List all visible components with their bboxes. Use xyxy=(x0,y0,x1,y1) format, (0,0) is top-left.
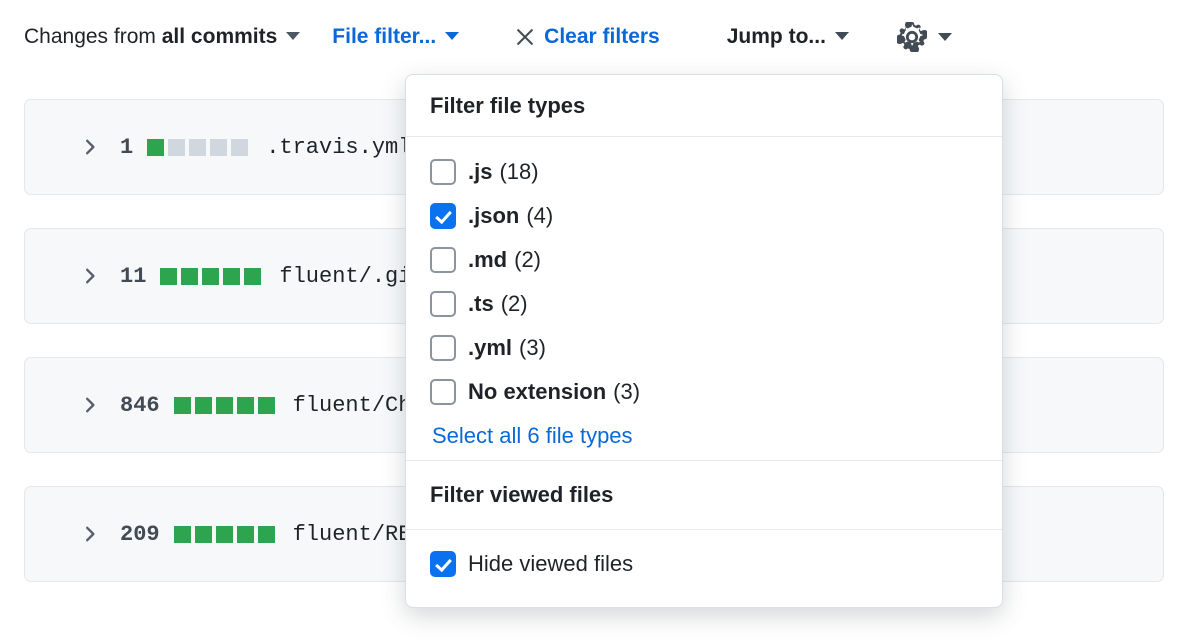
diffstat-block xyxy=(223,268,240,285)
file-type-label: .json xyxy=(468,203,519,229)
select-all-file-types-link[interactable]: Select all 6 file types xyxy=(406,423,1002,449)
file-filter-label: File filter... xyxy=(332,25,436,49)
gear-icon xyxy=(897,22,927,52)
file-change-count: 846 xyxy=(120,393,160,418)
diffstat xyxy=(160,268,261,285)
clear-filters-label: Clear filters xyxy=(544,25,660,49)
diffstat-block xyxy=(181,268,198,285)
diffstat-block xyxy=(216,526,233,543)
hide-viewed-files-label: Hide viewed files xyxy=(468,551,633,577)
diffstat-block xyxy=(168,139,185,156)
chevron-right-icon[interactable] xyxy=(81,138,99,156)
file-type-count: (18) xyxy=(499,159,538,185)
file-type-checkbox[interactable] xyxy=(430,203,456,229)
file-type-checkbox[interactable] xyxy=(430,291,456,317)
diffstat xyxy=(174,397,275,414)
file-type-option-md[interactable]: .md (2) xyxy=(406,238,1002,282)
diffstat-block xyxy=(210,139,227,156)
file-change-count: 1 xyxy=(120,135,133,160)
diffstat-block xyxy=(174,397,191,414)
file-change-count: 11 xyxy=(120,264,146,289)
diffstat-block xyxy=(202,268,219,285)
file-path: .travis.yml xyxy=(266,135,411,160)
filter-viewed-files-header: Filter viewed files xyxy=(406,461,1002,529)
file-path: fluent/Ch xyxy=(293,393,412,418)
file-type-checkbox[interactable] xyxy=(430,379,456,405)
diffstat-block xyxy=(237,526,254,543)
jump-to-label: Jump to... xyxy=(727,25,826,49)
chevron-down-icon xyxy=(286,32,300,40)
hide-viewed-files-option[interactable]: Hide viewed files xyxy=(406,530,1002,597)
changes-from-label: Changes from all commits xyxy=(24,25,277,49)
file-type-count: (4) xyxy=(526,203,553,229)
file-type-count: (3) xyxy=(519,335,546,361)
clear-filters-button[interactable]: Clear filters xyxy=(515,25,660,49)
diffstat-block xyxy=(258,397,275,414)
diffstat-block xyxy=(195,397,212,414)
file-type-count: (3) xyxy=(613,379,640,405)
file-type-label: .md xyxy=(468,247,507,273)
file-type-label: No extension xyxy=(468,379,606,405)
file-type-checkbox[interactable] xyxy=(430,335,456,361)
filter-file-types-header: Filter file types xyxy=(406,75,1002,137)
diffstat-block xyxy=(189,139,206,156)
file-type-option-js[interactable]: .js (18) xyxy=(406,150,1002,194)
file-type-count: (2) xyxy=(501,291,528,317)
chevron-right-icon[interactable] xyxy=(81,525,99,543)
hide-viewed-files-checkbox[interactable] xyxy=(430,551,456,577)
diff-settings-dropdown[interactable] xyxy=(897,22,952,52)
file-type-option-ts[interactable]: .ts (2) xyxy=(406,282,1002,326)
file-type-option-no-extension[interactable]: No extension (3) xyxy=(406,370,1002,414)
diffstat-block xyxy=(147,139,164,156)
chevron-down-icon xyxy=(445,32,459,40)
file-type-count: (2) xyxy=(514,247,541,273)
diffstat-block xyxy=(231,139,248,156)
diffstat-block xyxy=(195,526,212,543)
file-path: fluent/RE xyxy=(293,522,412,547)
file-type-option-yml[interactable]: .yml (3) xyxy=(406,326,1002,370)
diffstat-block xyxy=(244,268,261,285)
file-type-checkbox[interactable] xyxy=(430,159,456,185)
x-icon xyxy=(515,27,535,47)
file-type-label: .js xyxy=(468,159,492,185)
file-path: fluent/.gi xyxy=(279,264,411,289)
file-change-count: 209 xyxy=(120,522,160,547)
jump-to-dropdown[interactable]: Jump to... xyxy=(660,25,849,49)
file-filter-dropdown-button[interactable]: File filter... xyxy=(300,25,459,49)
chevron-right-icon[interactable] xyxy=(81,267,99,285)
diffstat-block xyxy=(258,526,275,543)
file-filter-dropdown-panel: Filter file types .js (18) .json (4) .md (2).… xyxy=(405,74,1003,608)
chevron-down-icon xyxy=(835,32,849,40)
file-type-checkbox[interactable] xyxy=(430,247,456,273)
diffstat-block xyxy=(237,397,254,414)
file-type-label: .ts xyxy=(468,291,494,317)
file-types-section: .js(18).json(4).md(2).ts(2).yml(3)No ext… xyxy=(406,137,1002,460)
chevron-right-icon[interactable] xyxy=(81,396,99,414)
diff-toolbar: Changes from all commits File filter... … xyxy=(0,0,1188,74)
diffstat-block xyxy=(216,397,233,414)
diffstat-block xyxy=(174,526,191,543)
file-type-option-json[interactable]: .json (4) xyxy=(406,194,1002,238)
changes-from-value: all commits xyxy=(162,25,278,48)
chevron-down-icon xyxy=(938,33,952,41)
diffstat-block xyxy=(160,268,177,285)
changes-from-dropdown[interactable]: Changes from all commits xyxy=(24,25,300,49)
diffstat xyxy=(174,526,275,543)
diffstat xyxy=(147,139,248,156)
file-type-label: .yml xyxy=(468,335,512,361)
